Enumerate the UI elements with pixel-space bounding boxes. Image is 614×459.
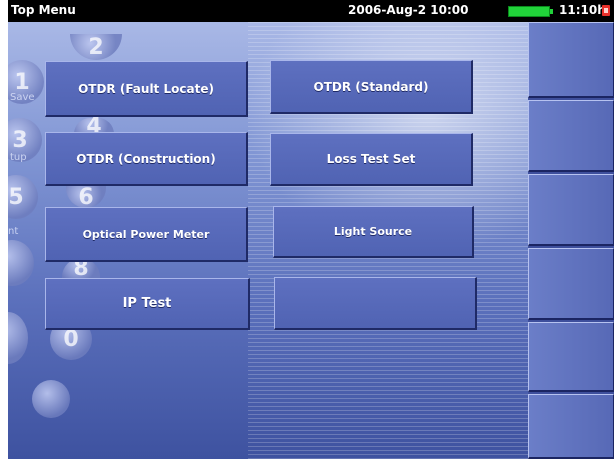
page-title: Top Menu (11, 3, 76, 17)
soft-key-1[interactable] (528, 22, 614, 98)
soft-key-2[interactable] (528, 100, 614, 172)
otdr-fault-locate-button[interactable]: OTDR (Fault Locate) (45, 61, 248, 117)
background-key: 6 (66, 185, 106, 210)
main-menu-area: 1 2 Save 3 4 tup 5 6 nt 8 0 OTDR (Fault … (8, 22, 528, 459)
background-key-label: Save (10, 92, 35, 103)
background-key (8, 312, 28, 364)
soft-key-6[interactable] (528, 394, 614, 459)
empty-menu-button[interactable] (274, 277, 477, 330)
optical-power-meter-button[interactable]: Optical Power Meter (45, 207, 248, 262)
background-key-label: nt (8, 226, 19, 237)
soft-key-5[interactable] (528, 322, 614, 392)
ip-test-button[interactable]: IP Test (45, 278, 250, 330)
background-key (8, 240, 34, 286)
date-time: 2006-Aug-2 10:00 (348, 3, 469, 17)
background-key-label: tup (10, 152, 27, 163)
soft-key-panel (528, 22, 614, 459)
power-icon (602, 5, 610, 16)
battery-icon (508, 6, 553, 17)
background-key: 5 (8, 175, 38, 219)
background-key: 2 (70, 34, 122, 60)
soft-key-4[interactable] (528, 248, 614, 320)
title-bar: Top Menu 2006-Aug-2 10:00 11:10h (8, 0, 614, 22)
battery-time: 11:10h (559, 3, 606, 17)
loss-test-set-button[interactable]: Loss Test Set (270, 133, 473, 186)
otdr-construction-button[interactable]: OTDR (Construction) (45, 132, 248, 186)
otdr-standard-button[interactable]: OTDR (Standard) (270, 60, 473, 114)
soft-key-3[interactable] (528, 174, 614, 246)
device-screen: Top Menu 2006-Aug-2 10:00 11:10h 1 2 Sav… (8, 0, 614, 459)
background-key (32, 380, 70, 418)
light-source-button[interactable]: Light Source (273, 206, 474, 258)
